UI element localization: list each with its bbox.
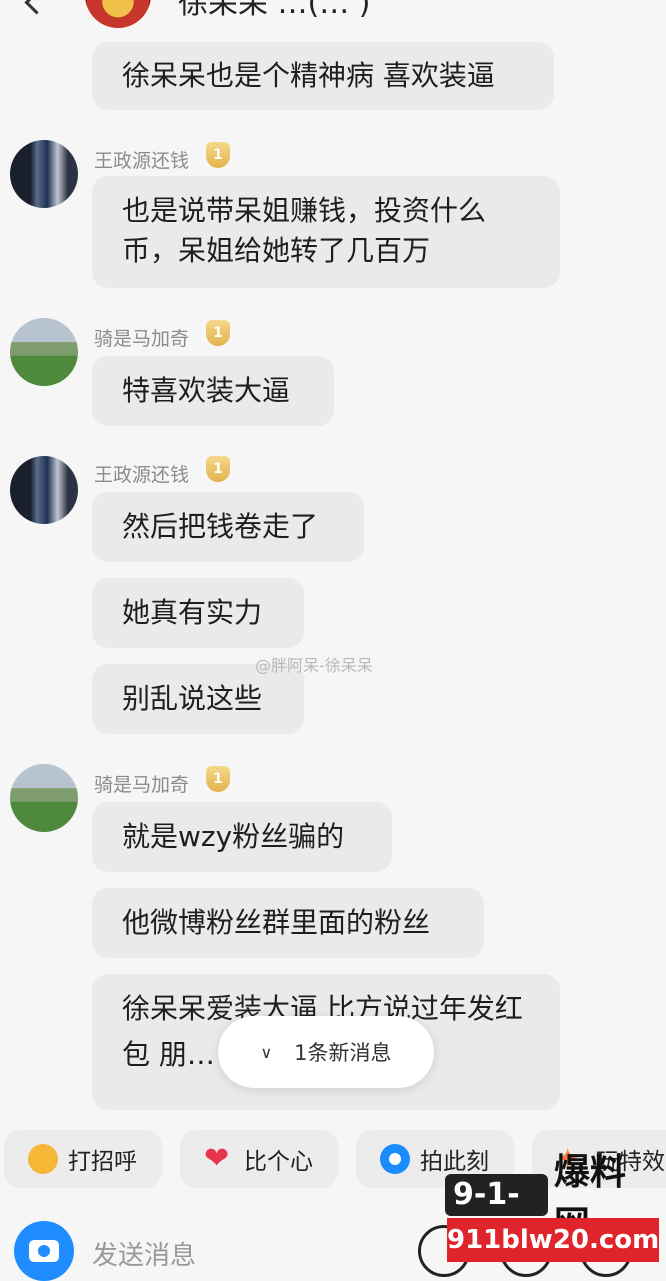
heart-label: 比个心	[244, 1149, 313, 1175]
message-bubble[interactable]: 就是wzy粉丝骗的	[92, 802, 392, 872]
chat-title[interactable]: 徐呆呆 …(… )	[178, 0, 370, 22]
user-avatar[interactable]	[10, 764, 78, 832]
weibo-watermark: @胖阿呆-徐呆呆	[255, 656, 373, 675]
sender-name[interactable]: 王政源还钱	[94, 460, 189, 487]
message-bubble[interactable]: 然后把钱卷走了	[92, 492, 364, 562]
message-bubble[interactable]: 徐呆呆也是个精神病 喜欢装逼	[92, 42, 554, 110]
message-bubble[interactable]: 他微博粉丝群里面的粉丝	[92, 888, 484, 958]
fan-badge-icon: 1	[206, 766, 230, 792]
camera-icon	[380, 1144, 410, 1174]
chevron-down-icon: ∨	[260, 1042, 273, 1062]
camera-button[interactable]	[14, 1221, 74, 1281]
user-avatar[interactable]	[10, 140, 78, 208]
site-watermark-logo: 9-1-1 爆料网 911blw20.com	[445, 1152, 661, 1274]
fan-badge-icon: 1	[206, 320, 230, 346]
greet-button[interactable]: 打招呼	[4, 1130, 162, 1188]
group-avatar[interactable]	[85, 0, 151, 28]
site-logo-number: 9-1-1	[445, 1174, 548, 1254]
message-bubble[interactable]: 特喜欢装大逼	[92, 356, 334, 426]
fan-badge-icon: 1	[206, 456, 230, 482]
user-avatar[interactable]	[10, 318, 78, 386]
fan-badge-icon: 1	[206, 142, 230, 168]
sender-name[interactable]: 骑是马加奇	[94, 324, 189, 351]
back-icon[interactable]	[24, 0, 49, 15]
new-messages-label: 1条新消息	[294, 1041, 392, 1065]
wave-smile-icon	[28, 1144, 58, 1174]
greet-label: 打招呼	[68, 1149, 137, 1175]
heart-icon: ❤	[204, 1141, 230, 1176]
new-messages-button[interactable]: ∨ 1条新消息	[218, 1016, 434, 1088]
chat-header: 徐呆呆 …(… )	[0, 0, 666, 28]
site-url: 911blw20.com	[447, 1218, 659, 1262]
capture-label: 拍此刻	[420, 1149, 489, 1175]
message-bubble[interactable]: 她真有实力	[92, 578, 304, 648]
message-bubble[interactable]: 也是说带呆姐赚钱，投资什么币，呆姐给她转了几百万	[92, 176, 560, 288]
sender-name[interactable]: 骑是马加奇	[94, 770, 189, 797]
heart-gesture-button[interactable]: ❤ 比个心	[180, 1130, 338, 1188]
sender-name[interactable]: 王政源还钱	[94, 146, 189, 173]
message-input[interactable]: 发送消息	[92, 1235, 196, 1272]
user-avatar[interactable]	[10, 456, 78, 524]
